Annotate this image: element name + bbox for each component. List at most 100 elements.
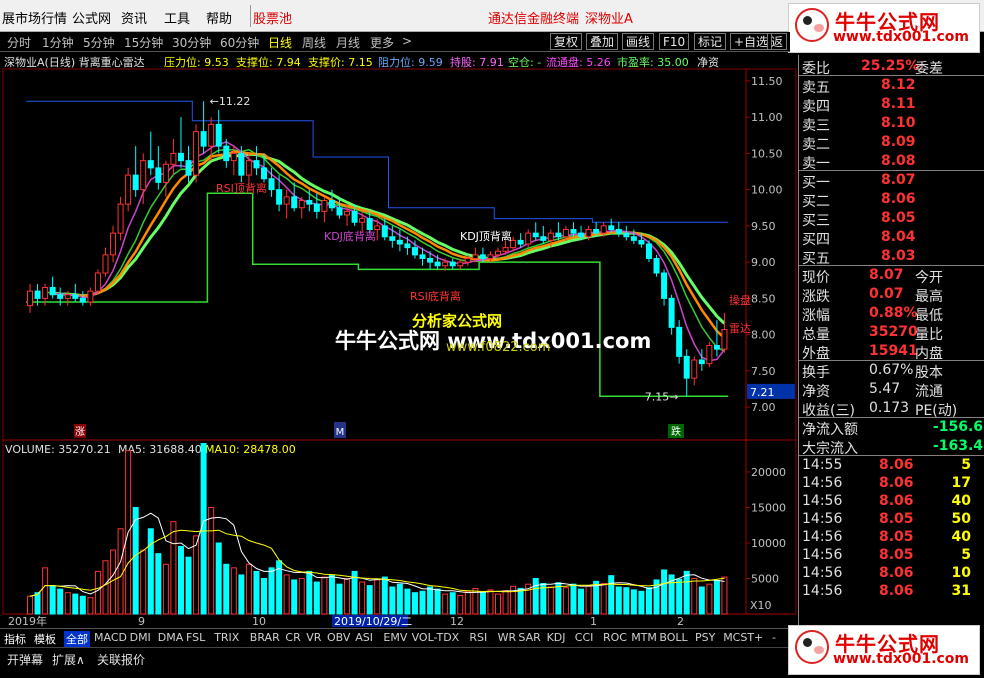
quote-row: 净流入额 -156.6 xyxy=(799,418,984,438)
kline-chart[interactable]: 11.50 11.00 10.50 10.00 9.50 9.00 8.50 8.00 7.50… xyxy=(0,0,798,627)
candle-body xyxy=(276,189,283,205)
indicator-tab-9[interactable]: CR xyxy=(285,631,300,644)
indicator-tab-1[interactable]: 模板 xyxy=(34,631,56,647)
candle-body xyxy=(517,239,524,245)
indicator-tab-13[interactable]: EMV xyxy=(383,631,407,644)
volume-bar xyxy=(230,567,237,615)
zoom-in-button[interactable]: + xyxy=(754,631,763,644)
tick-volume: 5 xyxy=(961,457,971,473)
quote-row: 换手 0.67% 股本 xyxy=(799,361,984,381)
indicator-tab-11[interactable]: OBV xyxy=(327,631,350,644)
indicator-tab-20[interactable]: ROC xyxy=(603,631,627,644)
related-quote-button[interactable]: 关联报价 xyxy=(97,651,145,668)
quote-row: 总量 35270 量比 xyxy=(799,323,984,343)
volume-bar xyxy=(261,577,267,615)
candle-body xyxy=(359,218,366,223)
resistance-line xyxy=(26,100,729,223)
candle-body xyxy=(200,131,207,147)
indicator-tab-18[interactable]: KDJ xyxy=(547,631,566,644)
volume-bar xyxy=(72,593,79,615)
indicator-tab-22[interactable]: BOLL xyxy=(659,631,687,644)
quote-row: 净资 5.47 流通 xyxy=(799,380,984,400)
candle-body xyxy=(42,287,49,299)
cow-icon xyxy=(795,8,829,42)
candle-body xyxy=(585,229,592,238)
volume-bar xyxy=(495,593,501,615)
candle-body xyxy=(396,239,403,245)
volume-bar xyxy=(208,506,215,615)
volume-bar xyxy=(645,587,652,615)
candle-body xyxy=(291,196,298,209)
indicator-tab-24[interactable]: MCST xyxy=(723,631,754,644)
expand-button[interactable]: 扩展∧ xyxy=(52,651,85,668)
indicator-tab-7[interactable]: TRIX xyxy=(214,631,239,644)
candle-body xyxy=(449,261,456,267)
indicator-tab-17[interactable]: SAR xyxy=(518,631,540,644)
candle-body xyxy=(532,232,539,238)
candle-body xyxy=(676,326,683,357)
candle-body xyxy=(411,247,418,256)
zoom-out-button[interactable]: - xyxy=(772,631,776,644)
indicator-tab-15[interactable]: RSI xyxy=(469,631,487,644)
volume-bar xyxy=(389,586,396,615)
volume-bar xyxy=(366,585,373,615)
indicator-tab-21[interactable]: MTM xyxy=(631,631,657,644)
indicator-tab-8[interactable]: BRAR xyxy=(250,631,280,644)
candle-body xyxy=(170,152,177,165)
indicator-tab-0[interactable]: 指标 xyxy=(4,631,26,647)
bid-price: 8.05 xyxy=(881,210,916,226)
price-tick-label: 11.50 xyxy=(751,75,783,88)
tick-volume: 31 xyxy=(951,583,971,599)
quote-row: 卖一 8.08 xyxy=(799,152,984,172)
ask-label: 卖二 xyxy=(802,137,830,153)
indicator-tab-23[interactable]: PSY xyxy=(695,631,715,644)
volume-bar xyxy=(102,560,109,615)
volume-bar xyxy=(517,587,524,615)
stat-label-2: 今开 xyxy=(915,270,943,286)
volume-bar xyxy=(193,535,200,615)
candle-body xyxy=(238,152,245,176)
candle-body xyxy=(125,174,132,205)
candle-body xyxy=(623,232,630,238)
price-tick-label: 7.50 xyxy=(751,365,776,378)
tick-time: 14:56 xyxy=(802,475,843,491)
volume-bar xyxy=(359,581,366,615)
candle-body xyxy=(540,236,547,241)
candle-body xyxy=(638,239,645,245)
stat-label-2: 流通 xyxy=(915,384,943,400)
indicator-tab-6[interactable]: FSL xyxy=(186,631,205,644)
volume-bar xyxy=(419,590,426,615)
up-marker: 涨 xyxy=(75,426,85,438)
bid-label: 买一 xyxy=(802,175,830,191)
indicator-tab-3[interactable]: MACD xyxy=(94,631,127,644)
indicator-tab-5[interactable]: DMA xyxy=(158,631,184,644)
indicator-tab-12[interactable]: ASI xyxy=(355,631,373,644)
volume-bar xyxy=(374,579,381,615)
indicator-tab-14[interactable]: VOL-TDX xyxy=(412,631,460,644)
indicator-tab-19[interactable]: CCI xyxy=(575,631,594,644)
price-tick-label: 8.00 xyxy=(751,329,776,342)
candle-body xyxy=(344,210,351,216)
candle-body xyxy=(132,174,139,191)
tick-time: 14:56 xyxy=(802,511,843,527)
quote-row: 卖四 8.11 xyxy=(799,95,984,115)
volume-bar xyxy=(215,542,222,615)
x-tick-label: 9 xyxy=(138,615,145,627)
x-tick-label: 1 xyxy=(590,615,597,627)
candle-body xyxy=(321,200,328,212)
stat-value: 0.88% xyxy=(869,305,918,321)
candle-body xyxy=(72,294,79,299)
indicator-tabs: 指标 模板 全部 MACD DMI DMA FSL TRIX BRAR CR VR OBV ASI EMV… xyxy=(0,628,790,647)
danmaku-button[interactable]: 开弹幕 xyxy=(7,651,43,668)
indicator-tab-10[interactable]: VR xyxy=(306,631,321,644)
candle-body xyxy=(502,247,509,252)
indicator-tab-4[interactable]: DMI xyxy=(130,631,151,644)
quote-row: 14:55 8.06 5 xyxy=(799,456,984,475)
indicator-tab-2[interactable]: 全部 xyxy=(64,631,90,647)
stat-label-2: 最高 xyxy=(915,289,943,305)
tick-volume: 40 xyxy=(951,529,971,545)
volume-bar xyxy=(562,587,569,615)
candle-body xyxy=(645,243,652,259)
indicator-tab-16[interactable]: WR xyxy=(498,631,517,644)
ma-line-thin xyxy=(45,148,725,352)
